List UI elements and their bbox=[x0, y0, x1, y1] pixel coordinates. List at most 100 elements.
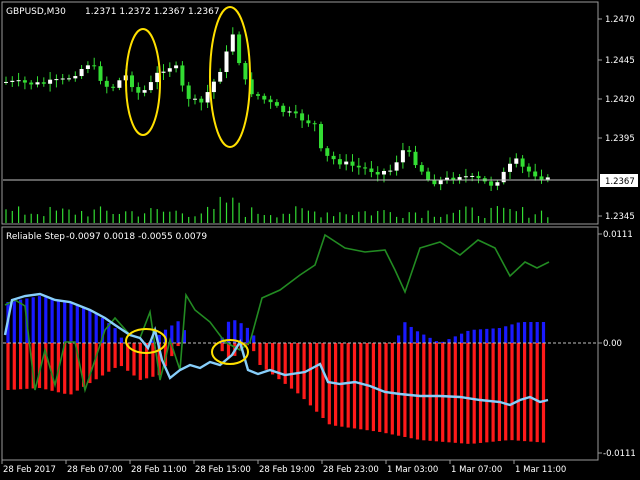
histogram-bar-negative bbox=[510, 343, 514, 441]
candle-body bbox=[60, 78, 65, 80]
histogram-bar-positive bbox=[82, 307, 86, 343]
histogram-bar-negative bbox=[321, 343, 325, 418]
main-chart-frame bbox=[1, 1, 599, 225]
candle-body bbox=[268, 99, 273, 103]
histogram-bar-negative bbox=[346, 343, 350, 428]
candle-body bbox=[400, 150, 405, 163]
histogram-bar-positive bbox=[447, 339, 451, 343]
candlestick-series[interactable] bbox=[4, 27, 550, 191]
time-label: 28 Feb 23:00 bbox=[323, 465, 379, 475]
candle-body bbox=[205, 92, 210, 103]
histogram-bar-positive bbox=[403, 322, 407, 343]
histogram-bar-negative bbox=[397, 343, 401, 436]
candle-body bbox=[274, 102, 279, 106]
candle-body bbox=[35, 82, 40, 85]
candle-body bbox=[104, 80, 109, 87]
histogram-bar-negative bbox=[447, 343, 451, 443]
candle-body bbox=[382, 170, 386, 175]
histogram-bar-negative bbox=[378, 343, 382, 432]
time-label: 1 Mar 11:00 bbox=[515, 465, 566, 475]
histogram-bar-positive bbox=[491, 328, 495, 343]
indicator-title: Reliable Step bbox=[6, 232, 65, 242]
histogram-bar-negative bbox=[19, 343, 23, 390]
candle-body bbox=[394, 162, 399, 171]
price-tick: 1.2395 bbox=[605, 134, 635, 144]
histogram-bar-negative bbox=[132, 343, 136, 376]
candle-body bbox=[10, 80, 15, 82]
histogram-bar-negative bbox=[441, 343, 445, 442]
histogram-bar-negative bbox=[428, 343, 432, 441]
price-tick: 1.2470 bbox=[605, 15, 635, 25]
candle-body bbox=[256, 94, 260, 96]
histogram-bar-positive bbox=[56, 299, 60, 343]
candle-body bbox=[526, 166, 531, 172]
time-label: 28 Feb 15:00 bbox=[195, 465, 251, 475]
ohlc-readout: 1.2371 1.2372 1.2367 1.2367 bbox=[85, 7, 220, 17]
candle-body bbox=[476, 175, 481, 179]
mt4-chart-window[interactable]: GBPUSD,M30 1.2371 1.2372 1.2367 1.2367 1… bbox=[0, 0, 640, 480]
candle-body bbox=[388, 170, 393, 172]
histogram-bar-negative bbox=[283, 343, 287, 384]
candle-body bbox=[300, 113, 305, 121]
indicator-tick: 0.0111 bbox=[603, 230, 633, 240]
histogram-bar-positive bbox=[245, 327, 249, 343]
histogram-bar-positive bbox=[88, 309, 92, 343]
histogram-bar-negative bbox=[258, 343, 262, 365]
histogram-bar-positive bbox=[497, 328, 501, 343]
price-tick: 1.2420 bbox=[605, 95, 635, 105]
histogram-bar-negative bbox=[403, 343, 407, 437]
histogram-bar-positive bbox=[516, 322, 520, 343]
candle-body bbox=[92, 65, 97, 67]
candle-body bbox=[54, 79, 59, 81]
histogram-bar-positive bbox=[12, 300, 16, 343]
candle-body bbox=[539, 176, 544, 180]
histogram-bar-positive bbox=[422, 334, 426, 343]
candle-body bbox=[363, 167, 368, 169]
histogram-bar-negative bbox=[100, 343, 105, 376]
histogram-bar-positive bbox=[478, 329, 483, 343]
histogram-bar-negative bbox=[69, 343, 73, 395]
candle-body bbox=[174, 65, 179, 69]
histogram-bar-positive bbox=[119, 337, 123, 343]
candle-body bbox=[287, 111, 292, 113]
candle-body bbox=[312, 123, 317, 125]
histogram-bar-negative bbox=[390, 343, 394, 435]
histogram-bar-positive bbox=[63, 300, 67, 343]
histogram-bar-negative bbox=[460, 343, 464, 444]
histogram-bar-negative bbox=[50, 343, 54, 391]
histogram-bar-negative bbox=[296, 343, 300, 394]
histogram-bar-negative bbox=[497, 343, 501, 442]
price-tick: 1.2445 bbox=[605, 56, 635, 66]
candle-body bbox=[16, 80, 21, 82]
histogram-bar-negative bbox=[264, 343, 268, 370]
candle-body bbox=[306, 120, 311, 124]
candle-body bbox=[501, 171, 506, 183]
histogram-bar-negative bbox=[466, 343, 470, 444]
candle-body bbox=[130, 75, 134, 88]
candle-body bbox=[230, 34, 235, 52]
histogram-bar-negative bbox=[472, 343, 476, 444]
price-tick: 1.2345 bbox=[605, 212, 635, 222]
histogram-bar-negative bbox=[422, 343, 426, 441]
histogram-bar-positive bbox=[466, 330, 470, 343]
histogram-bar-positive bbox=[453, 336, 457, 343]
time-label: 28 Feb 07:00 bbox=[67, 465, 123, 475]
candle-body bbox=[180, 65, 185, 86]
histogram-bar-negative bbox=[138, 343, 142, 380]
histogram-bar-negative bbox=[409, 343, 413, 439]
price-axis[interactable]: 1.2470 1.2445 1.2420 1.2395 1.2345 bbox=[598, 15, 635, 222]
histogram-bar-positive bbox=[504, 326, 508, 343]
candle-body bbox=[489, 181, 494, 186]
time-axis[interactable]: 28 Feb 2017 28 Feb 07:00 28 Feb 11:00 28… bbox=[1, 460, 566, 475]
histogram-bar-positive bbox=[113, 328, 117, 343]
candle-body bbox=[218, 71, 223, 82]
candle-body bbox=[451, 177, 456, 180]
indicator-tick: -0.0111 bbox=[603, 449, 636, 459]
indicator-axis[interactable]: 0.0111 0.00 -0.0111 bbox=[598, 230, 636, 459]
histogram-bar-negative bbox=[504, 343, 508, 441]
histogram-bar-positive bbox=[176, 321, 180, 343]
histogram-bar-negative bbox=[327, 343, 331, 425]
candle-body bbox=[167, 68, 172, 72]
candle-body bbox=[375, 172, 380, 175]
candle-body bbox=[369, 168, 374, 173]
